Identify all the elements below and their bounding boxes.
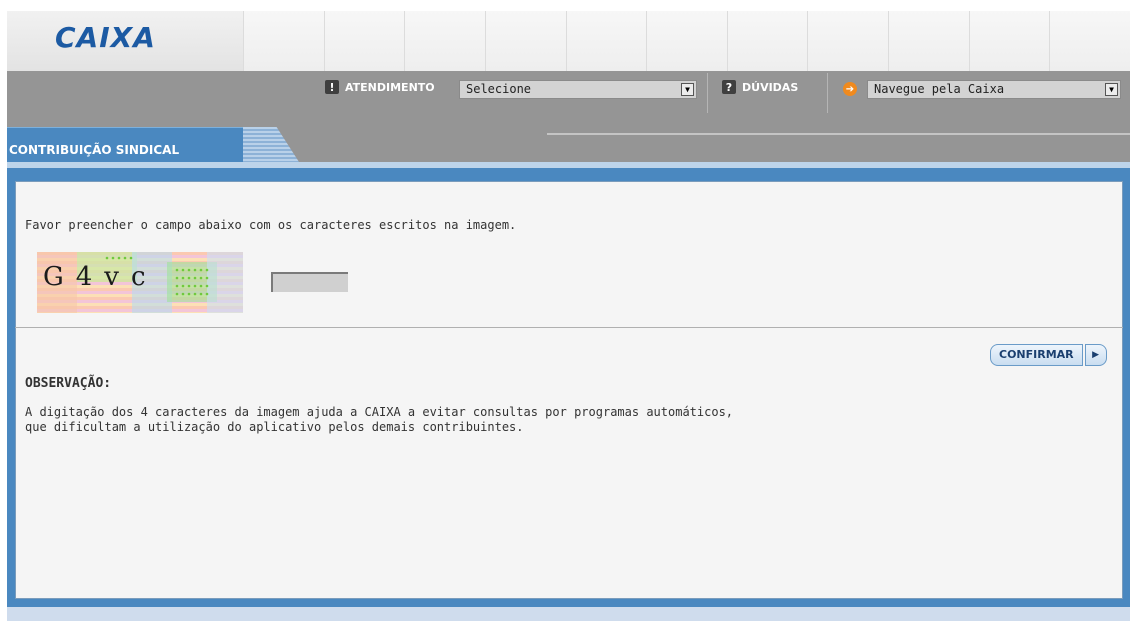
header-cell [888, 11, 969, 71]
top-nav-bar: ! ATENDIMENTO Selecione ▼ ? DÚVIDAS ➔ Na… [7, 71, 1130, 119]
atendimento-select[interactable]: Selecione ▼ [459, 80, 697, 99]
confirm-button[interactable]: CONFIRMAR ▶ [990, 344, 1107, 366]
header-cell [565, 11, 647, 71]
atendimento-nav: ! ATENDIMENTO [325, 80, 435, 94]
duvidas-label[interactable]: DÚVIDAS [742, 81, 798, 94]
arrow-right-icon: ➔ [843, 82, 857, 96]
bottom-strip [7, 607, 1130, 621]
header-cell [484, 11, 566, 71]
captcha-text: G4vc [43, 262, 158, 292]
header-cell [807, 11, 889, 71]
confirm-button-label[interactable]: CONFIRMAR [990, 344, 1083, 366]
header-cell [323, 11, 405, 71]
header-cell [646, 11, 727, 71]
question-icon: ? [722, 80, 736, 94]
nav-divider [827, 73, 828, 113]
content-panel [15, 181, 1123, 599]
atendimento-label: ATENDIMENTO [345, 80, 435, 94]
header-cell [726, 11, 808, 71]
header-cell [968, 11, 1050, 71]
nav-divider [707, 73, 708, 113]
tab-decoration [243, 127, 299, 162]
duvidas-nav[interactable]: ? DÚVIDAS [722, 80, 798, 94]
captcha-input[interactable] [271, 272, 348, 292]
tab-label[interactable]: CONTRIBUIÇÃO SINDICAL [9, 143, 179, 157]
observation-title: OBSERVAÇÃO: [25, 376, 112, 391]
navegue-select-value: Navegue pela Caixa [874, 82, 1005, 96]
header-cell [404, 11, 485, 71]
header-cell [1049, 11, 1130, 71]
header-grid [243, 11, 1130, 71]
logo-area[interactable]: CAIXA [7, 11, 243, 71]
tab-bar: CONTRIBUIÇÃO SINDICAL [7, 119, 1130, 163]
caixa-logo[interactable]: CAIXA [55, 21, 156, 54]
atendimento-select-value: Selecione [466, 82, 532, 96]
header-cell [243, 11, 324, 71]
content-frame-top [7, 162, 1130, 168]
tab-contribuicao-sindical[interactable]: CONTRIBUIÇÃO SINDICAL [7, 127, 243, 163]
navegue-select[interactable]: Navegue pela Caixa ▼ [867, 80, 1121, 99]
section-divider [15, 327, 1123, 328]
observation-text: A digitação dos 4 caracteres da imagem a… [25, 405, 734, 434]
play-icon[interactable]: ▶ [1084, 344, 1107, 366]
chevron-down-icon[interactable]: ▼ [1105, 83, 1118, 96]
captcha-instruction: Favor preencher o campo abaixo com os ca… [25, 218, 517, 232]
captcha-image: G4vc [37, 252, 243, 313]
chevron-down-icon[interactable]: ▼ [681, 83, 694, 96]
top-header: CAIXA [7, 11, 1130, 71]
navegue-nav: ➔ [843, 82, 857, 96]
tab-bar-line [547, 133, 1130, 135]
exclamation-icon: ! [325, 80, 339, 94]
